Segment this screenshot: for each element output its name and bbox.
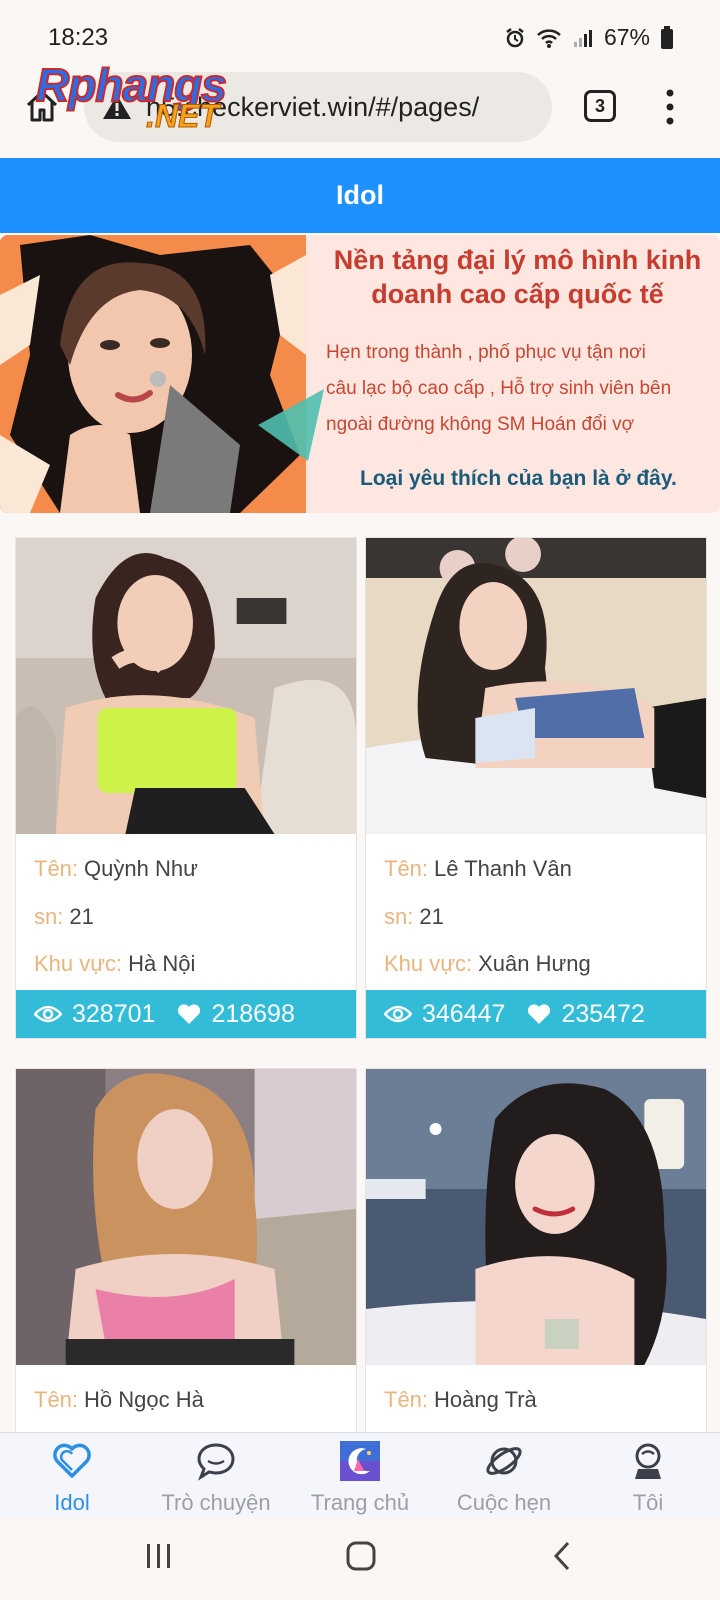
app-header: Idol [0, 158, 720, 233]
area-row: Khu vực: Hà Nội [34, 951, 195, 977]
heart-icon [528, 1004, 551, 1024]
nav-item-profile[interactable]: Tôi [576, 1433, 720, 1519]
nav-item-idol[interactable]: Idol [0, 1433, 144, 1519]
idol-photo[interactable] [16, 538, 356, 834]
stats-bar: 328701 218698 [16, 990, 356, 1038]
home-logo-icon[interactable] [340, 1441, 380, 1481]
view-count: 346447 [422, 999, 506, 1028]
area-row: Khu vực: Xuân Hưng [384, 951, 591, 977]
age-value: 21 [69, 904, 94, 929]
recent-apps-icon[interactable] [146, 1542, 172, 1570]
age-label: sn: [384, 904, 414, 929]
nav-label[interactable]: Trò chuyện [144, 1490, 288, 1516]
name-label: Tên: [34, 856, 79, 881]
name-row: Tên: Quỳnh Như [34, 856, 198, 882]
name-value: Hồ Ngọc Hà [84, 1387, 204, 1412]
system-nav-bar [0, 1518, 720, 1600]
nav-label[interactable]: Tôi [576, 1490, 720, 1516]
nav-label[interactable]: Idol [0, 1490, 144, 1516]
alarm-icon [506, 27, 524, 47]
banner-photo [0, 235, 306, 513]
area-label: Khu vực: [34, 951, 123, 976]
eye-icon [384, 1005, 412, 1023]
like-count: 218698 [211, 999, 295, 1028]
eye-icon [34, 1005, 62, 1023]
banner-cta: Loại yêu thích của bạn là ở đây. [360, 467, 677, 490]
age-label: sn: [34, 904, 64, 929]
heart-icon[interactable] [52, 1441, 92, 1481]
warning-icon[interactable] [102, 93, 132, 121]
name-row: Tên: Hoàng Trà [384, 1387, 537, 1413]
name-value: Quỳnh Như [84, 856, 198, 881]
url-text[interactable]: h5.checkerviet.win/#/pages/ [146, 92, 479, 123]
banner-body: Hẹn trong thành , phố phục vụ tận nơi câ… [326, 335, 718, 443]
idol-card[interactable]: Tên: Lê Thanh Vân sn: 21 Khu vực: Xuân Hưng… [365, 537, 707, 1039]
tabs-count-button[interactable]: 3 [584, 90, 616, 122]
signal-icon [573, 29, 592, 47]
name-label: Tên: [34, 1387, 79, 1412]
nav-item-appointments[interactable]: Cuộc hẹn [432, 1433, 576, 1519]
banner-line-1: Hẹn trong thành , phố phục vụ tận nơi [326, 342, 646, 363]
chat-icon[interactable] [196, 1441, 236, 1481]
battery-percent: 67% [603, 24, 650, 50]
home-icon[interactable] [24, 88, 60, 124]
user-icon[interactable] [628, 1441, 668, 1481]
idol-photo[interactable] [366, 538, 706, 834]
nav-item-chat[interactable]: Trò chuyện [144, 1433, 288, 1519]
planet-icon[interactable] [484, 1441, 524, 1481]
banner-headline: Nền tảng đại lý mô hình kinh doanh cao c… [333, 245, 702, 309]
home-button-icon[interactable] [346, 1540, 376, 1572]
bottom-nav: Idol Trò chuyện Trang chủ Cuộc hẹn Tôi [0, 1432, 720, 1518]
more-menu-icon[interactable] [660, 88, 680, 126]
name-value: Hoàng Trà [434, 1387, 537, 1412]
area-value: Hà Nội [128, 951, 196, 976]
wifi-icon [537, 28, 561, 48]
nav-label[interactable]: Trang chủ [288, 1490, 432, 1516]
banner-text: Nền tảng đại lý mô hình kinh doanh cao c… [320, 235, 720, 513]
idol-card[interactable]: Tên: Quỳnh Như sn: 21 Khu vực: Hà Nội 32870… [15, 537, 357, 1039]
address-bar[interactable]: h5.checkerviet.win/#/pages/ [84, 72, 552, 142]
banner-line-2: câu lạc bộ cao cấp , Hỗ trợ sinh viên bê… [326, 378, 672, 399]
name-label: Tên: [384, 856, 429, 881]
age-value: 21 [419, 904, 444, 929]
back-icon[interactable] [552, 1540, 572, 1572]
area-value: Xuân Hưng [478, 951, 591, 976]
name-row: Tên: Lê Thanh Vân [384, 856, 572, 882]
idol-card[interactable]: Tên: Hồ Ngọc Hà [15, 1068, 357, 1448]
name-row: Tên: Hồ Ngọc Hà [34, 1387, 204, 1413]
status-time: 18:23 [48, 24, 109, 51]
idol-photo[interactable] [16, 1069, 356, 1365]
name-value: Lê Thanh Vân [434, 856, 572, 881]
heart-icon [178, 1004, 201, 1024]
promo-banner[interactable]: Nền tảng đại lý mô hình kinh doanh cao c… [0, 235, 720, 513]
area-label: Khu vực: [384, 951, 473, 976]
age-row: sn: 21 [384, 904, 444, 930]
status-bar: 18:23 67% [0, 0, 720, 70]
stats-bar: 346447 235472 [366, 990, 706, 1038]
name-label: Tên: [384, 1387, 429, 1412]
view-count: 328701 [72, 999, 156, 1028]
status-icons: 67% [504, 24, 674, 51]
banner-line-3: ngoài đường không SM Hoán đổi vợ [326, 414, 635, 435]
age-row: sn: 21 [34, 904, 94, 930]
banner-triangle-arrow-icon [258, 389, 324, 461]
like-count: 235472 [561, 999, 645, 1028]
idol-card[interactable]: Tên: Hoàng Trà [365, 1068, 707, 1448]
battery-icon [661, 25, 673, 49]
browser-toolbar: h5.checkerviet.win/#/pages/ 3 [0, 62, 720, 154]
nav-label[interactable]: Cuộc hẹn [432, 1490, 576, 1516]
nav-item-home[interactable]: Trang chủ [288, 1433, 432, 1519]
idol-photo[interactable] [366, 1069, 706, 1365]
page-title: Idol [336, 180, 384, 210]
